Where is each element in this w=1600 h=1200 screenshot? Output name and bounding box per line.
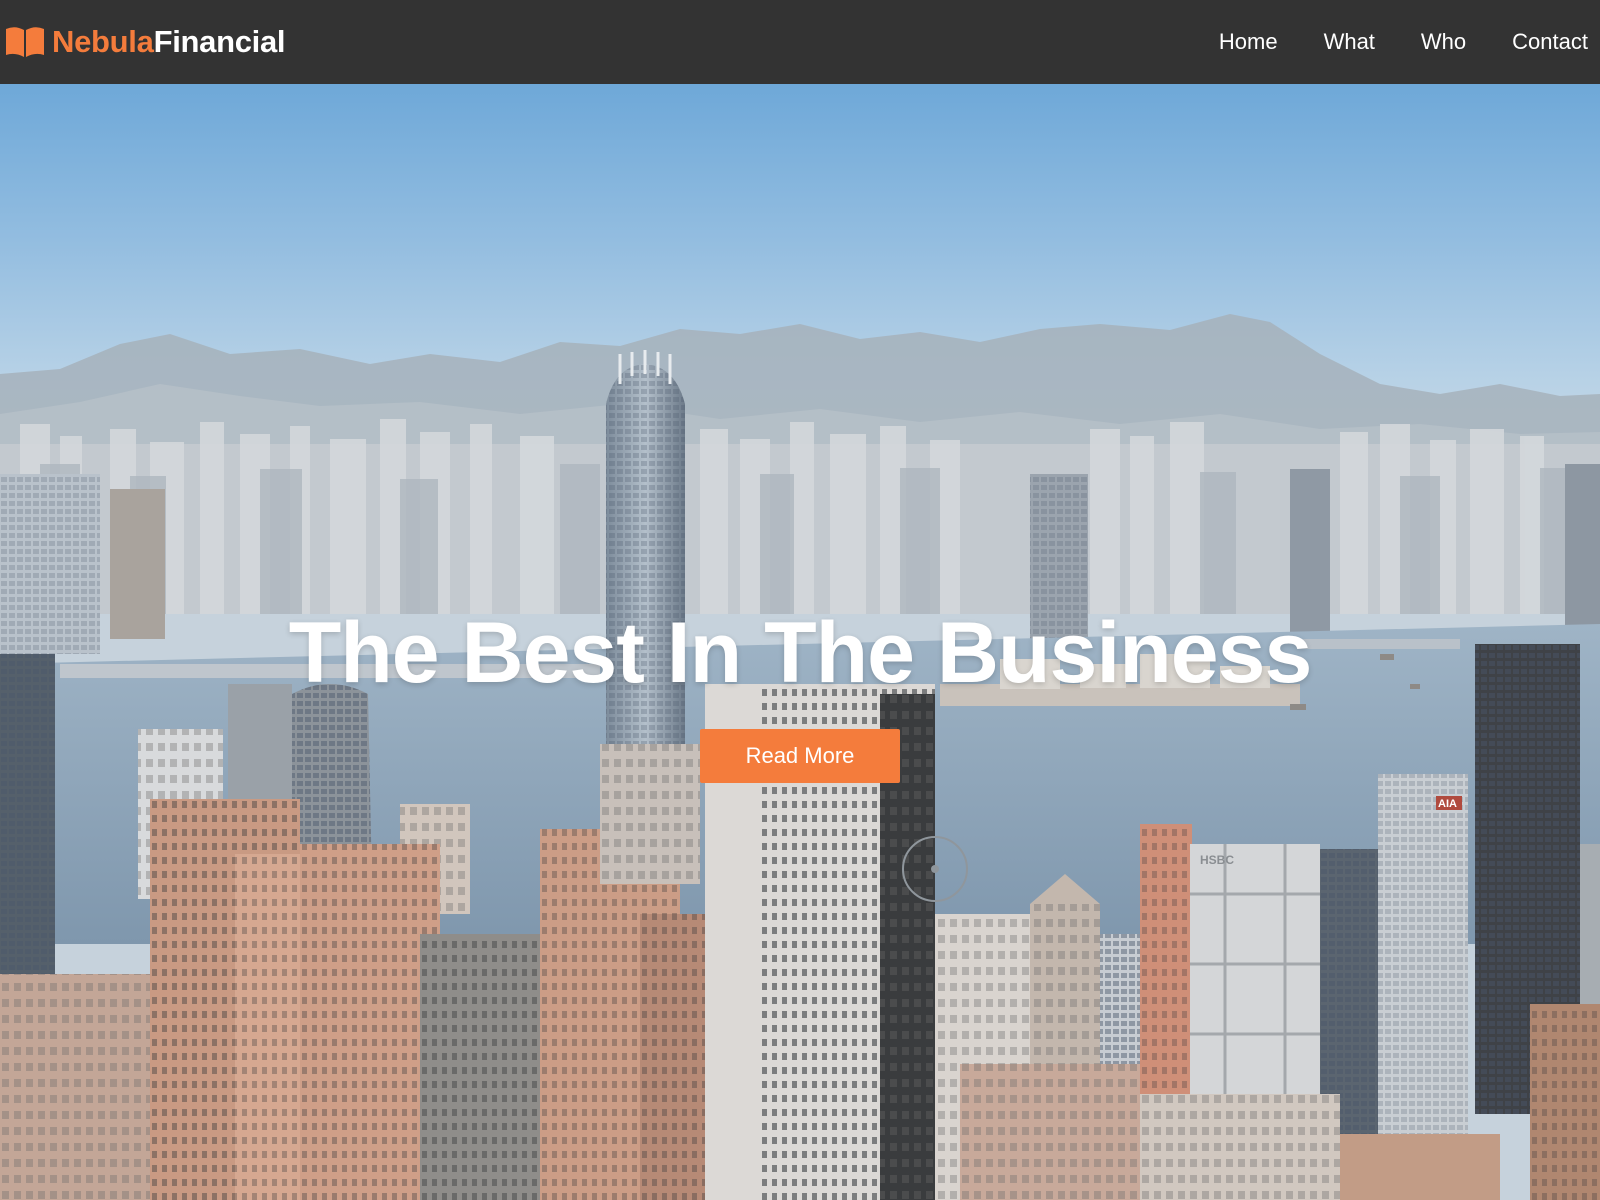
aia-sign: AIA xyxy=(1438,798,1457,810)
hero-title: The Best In The Business xyxy=(288,605,1313,701)
nav-link-home[interactable]: Home xyxy=(1219,29,1278,55)
brand-logo[interactable]: NebulaFinancial xyxy=(4,24,286,60)
main-nav: Home What Who Contact xyxy=(1173,0,1588,84)
navbar: NebulaFinancial Home What Who Contact xyxy=(0,0,1600,84)
nav-link-what[interactable]: What xyxy=(1324,29,1375,55)
brand-name-main: Financial xyxy=(153,24,286,59)
read-more-button[interactable]: Read More xyxy=(700,729,900,783)
brand-name-accent: Nebula xyxy=(52,24,154,59)
hero-section: HSBC AIA The Best In The Business Read M… xyxy=(0,84,1600,1200)
nav-link-who[interactable]: Who xyxy=(1421,29,1466,55)
nav-link-contact[interactable]: Contact xyxy=(1512,29,1588,55)
hero-content: The Best In The Business Read More xyxy=(0,604,1600,783)
brand-name: NebulaFinancial xyxy=(52,24,286,60)
open-book-icon xyxy=(6,27,44,57)
hsbc-sign: HSBC xyxy=(1200,853,1234,867)
